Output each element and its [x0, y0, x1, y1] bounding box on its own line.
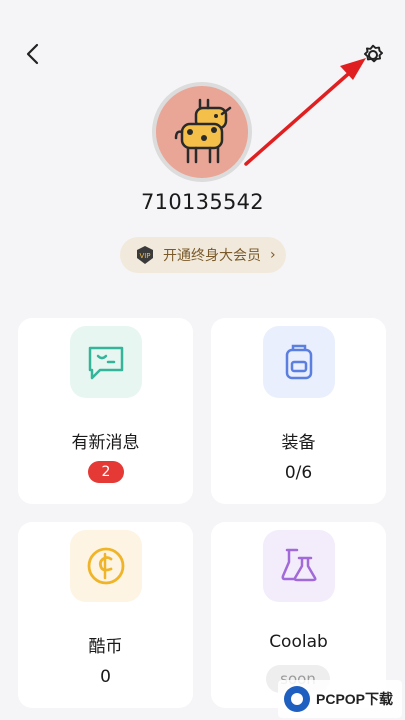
message-icon: [88, 346, 124, 380]
back-arrow-icon: [26, 43, 39, 65]
back-button[interactable]: [20, 40, 48, 68]
backpack-icon: [285, 344, 313, 380]
card-messages[interactable]: 有新消息 2: [18, 318, 193, 504]
card-title: 酷币: [88, 637, 123, 657]
svg-text:VIP: VIP: [139, 252, 150, 260]
watermark-logo: PCPOP下载: [278, 680, 402, 718]
message-icon-box: [70, 326, 142, 398]
coin-icon-box: [70, 530, 142, 602]
card-coins[interactable]: 酷币 0: [18, 522, 193, 708]
watermark-text: PCPOP下载: [316, 691, 394, 707]
card-equipment[interactable]: 装备 0/6: [211, 318, 386, 504]
chevron-right-icon: ›: [270, 247, 276, 263]
coin-count: 0: [100, 667, 111, 687]
card-title: Coolab: [269, 632, 328, 652]
username: 710135542: [141, 190, 264, 214]
backpack-icon-box: [263, 326, 335, 398]
equipment-count: 0/6: [284, 463, 313, 483]
avatar[interactable]: [152, 82, 252, 182]
settings-button[interactable]: [358, 40, 388, 70]
unread-badge: 2: [88, 461, 124, 483]
flask-icon: [281, 548, 317, 582]
giraffe-avatar: [174, 98, 232, 164]
flask-icon-box: [263, 530, 335, 602]
vip-label: 开通终身大会员: [163, 248, 261, 264]
pcpop-logo-icon: [284, 686, 310, 712]
coin-icon: [87, 547, 125, 585]
card-title: 装备: [281, 433, 316, 453]
vip-badge-icon: VIP: [137, 246, 153, 264]
card-title: 有新消息: [71, 433, 140, 453]
gear-icon: [364, 44, 383, 63]
vip-button[interactable]: VIP 开通终身大会员 ›: [120, 237, 286, 273]
